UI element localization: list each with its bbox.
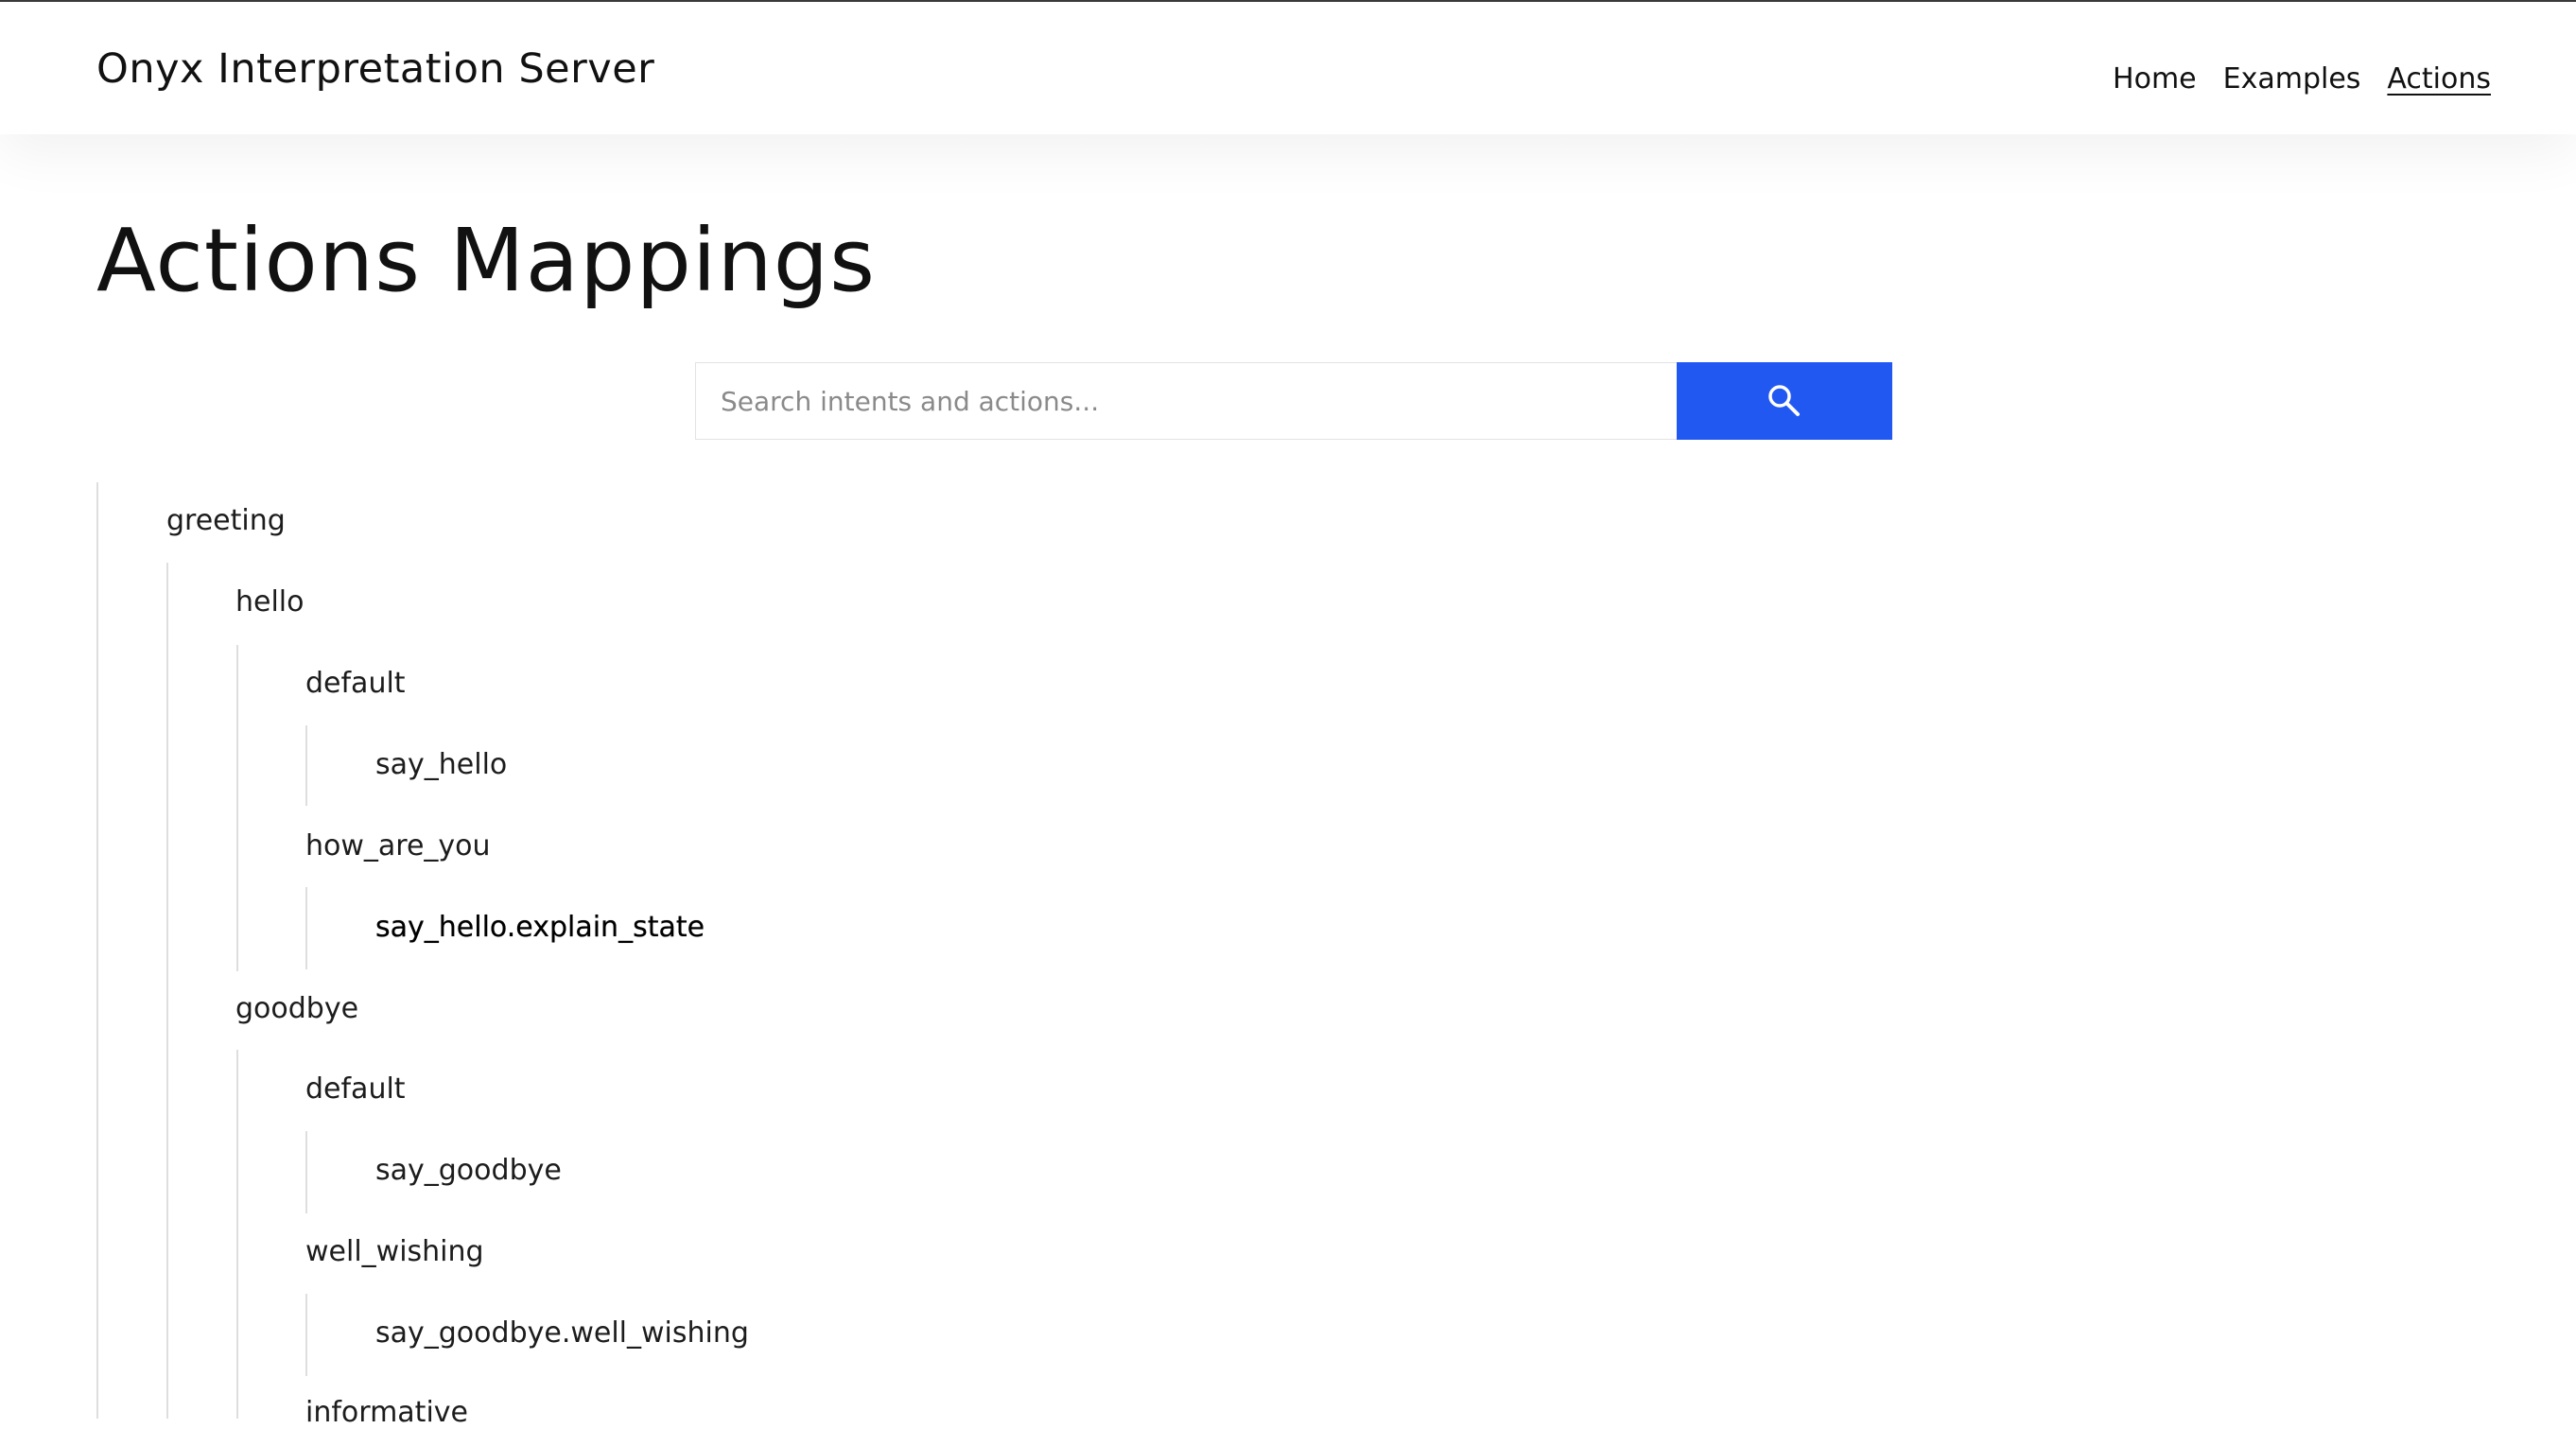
tree-node-greeting[interactable]: greeting [166,504,286,537]
nav-actions-link[interactable]: Actions [2387,62,2491,96]
tree-node-goodbye[interactable]: goodbye [235,992,358,1025]
search-input[interactable] [695,362,1677,440]
tree-guide-line [166,969,168,1419]
tree-guide-line [96,482,98,1419]
tree-node-well-wishing[interactable]: well_wishing [305,1235,484,1268]
nav-examples-link[interactable]: Examples [2223,62,2361,96]
tree-guide-line [305,725,307,806]
tree-action-say-hello[interactable]: say_hello [375,748,507,781]
search-button[interactable] [1677,362,1892,440]
tree-action-say-goodbye-well-wishing[interactable]: say_goodbye.well_wishing [375,1316,749,1350]
tree-guide-line [305,1131,307,1213]
tree-guide-line [236,645,238,971]
brand-title[interactable]: Onyx Interpretation Server [96,45,654,93]
main-nav: Home Examples Actions [2113,62,2491,96]
tree-node-goodbye-default[interactable]: default [305,1072,406,1106]
tree-guide-line [166,563,168,969]
tree-node-hello[interactable]: hello [235,585,305,619]
tree-node-hello-default[interactable]: default [305,667,406,700]
tree-action-say-goodbye[interactable]: say_goodbye [375,1154,562,1187]
search-icon [1768,385,1800,416]
tree-guide-line [305,887,307,969]
top-navbar: Onyx Interpretation Server Home Examples… [0,0,2576,134]
tree-node-informative[interactable]: informative [305,1396,468,1429]
nav-home-link[interactable]: Home [2113,62,2197,96]
tree-action-say-hello-explain-state[interactable]: say_hello.explain_state [375,911,705,944]
page-title: Actions Mappings [96,210,877,311]
tree-node-how-are-you[interactable]: how_are_you [305,829,491,863]
tree-guide-line [236,1050,238,1419]
tree-guide-line [305,1294,307,1376]
